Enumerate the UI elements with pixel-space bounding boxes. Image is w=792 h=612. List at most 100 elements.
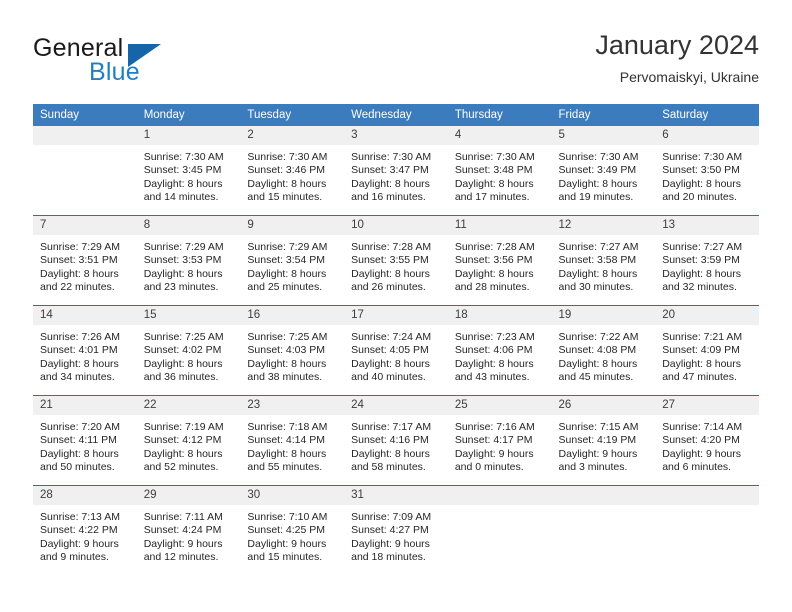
day-details: Sunrise: 7:29 AM Sunset: 3:51 PM Daylight:…: [33, 235, 137, 295]
day-detail-line: Sunset: 3:56 PM: [454, 254, 533, 267]
day-number: 17: [344, 306, 448, 325]
day-details: Sunrise: 7:18 AM Sunset: 4:14 PM Daylight:…: [240, 415, 344, 475]
day-details: [448, 505, 552, 511]
calendar-day-cell[interactable]: 21 Sunrise: 7:20 AM Sunset: 4:11 PM Dayligh…: [33, 395, 137, 486]
day-detail-line: and 12 minutes.: [143, 551, 219, 564]
day-detail-line: Sunset: 3:51 PM: [40, 254, 118, 267]
calendar-day-cell[interactable]: 16 Sunrise: 7:25 AM Sunset: 4:03 PM Dayligh…: [240, 305, 345, 396]
calendar-day-cell[interactable]: 13 Sunrise: 7:27 AM Sunset: 3:59 PM Dayligh…: [655, 215, 759, 306]
day-number: 26: [551, 396, 656, 415]
day-details: Sunrise: 7:20 AM Sunset: 4:11 PM Daylight:…: [33, 415, 137, 475]
day-detail-line: Daylight: 8 hours: [40, 267, 119, 280]
day-number: 6: [655, 126, 759, 145]
calendar-day-cell[interactable]: 14 Sunrise: 7:26 AM Sunset: 4:01 PM Dayligh…: [33, 305, 137, 396]
page-subtitle-location: Pervomaiskyi, Ukraine: [619, 69, 759, 85]
calendar-day-cell[interactable]: 4 Sunrise: 7:30 AM Sunset: 3:48 PM Daylight…: [447, 126, 552, 216]
day-number: 22: [136, 396, 241, 415]
day-number: 8: [136, 216, 241, 235]
calendar-day-cell[interactable]: 30 Sunrise: 7:10 AM Sunset: 4:25 PM Dayligh…: [240, 485, 345, 575]
day-detail-line: Daylight: 8 hours: [40, 447, 119, 460]
day-detail-line: Sunrise: 7:25 AM: [143, 331, 224, 343]
calendar-day-cell[interactable]: 27 Sunrise: 7:14 AM Sunset: 4:20 PM Dayligh…: [655, 395, 759, 486]
day-detail-line: Daylight: 8 hours: [351, 177, 430, 190]
day-number: [33, 126, 137, 145]
day-detail-line: Sunrise: 7:17 AM: [351, 421, 432, 433]
calendar-day-cell[interactable]: 2 Sunrise: 7:30 AM Sunset: 3:46 PM Daylight…: [240, 126, 345, 216]
calendar-day-cell[interactable]: 17 Sunrise: 7:24 AM Sunset: 4:05 PM Dayligh…: [344, 305, 448, 396]
calendar-day-cell[interactable]: 28 Sunrise: 7:13 AM Sunset: 4:22 PM Dayligh…: [33, 485, 137, 575]
day-details: [33, 145, 137, 151]
day-detail-line: Sunrise: 7:30 AM: [143, 151, 224, 163]
day-number: 16: [240, 306, 345, 325]
day-details: [655, 505, 759, 511]
day-detail-line: and 15 minutes.: [247, 191, 323, 204]
calendar-day-cell[interactable]: 25 Sunrise: 7:16 AM Sunset: 4:17 PM Dayligh…: [447, 395, 552, 486]
general-blue-logo[interactable]: General Blue: [33, 34, 263, 90]
day-detail-line: Sunrise: 7:28 AM: [454, 241, 535, 253]
day-details: Sunrise: 7:30 AM Sunset: 3:48 PM Daylight:…: [448, 145, 552, 205]
day-detail-line: Sunset: 4:16 PM: [351, 434, 429, 447]
calendar-day-cell[interactable]: 10 Sunrise: 7:28 AM Sunset: 3:55 PM Dayligh…: [344, 215, 448, 306]
day-detail-line: Daylight: 8 hours: [247, 357, 327, 370]
calendar-day-cell[interactable]: 23 Sunrise: 7:18 AM Sunset: 4:14 PM Dayligh…: [240, 395, 345, 486]
calendar-day-cell[interactable]: 18 Sunrise: 7:23 AM Sunset: 4:06 PM Dayligh…: [447, 305, 552, 396]
calendar-day-cell[interactable]: 7 Sunrise: 7:29 AM Sunset: 3:51 PM Daylight…: [33, 215, 137, 306]
day-detail-line: and 26 minutes.: [351, 281, 426, 294]
calendar-day-cell[interactable]: 22 Sunrise: 7:19 AM Sunset: 4:12 PM Dayligh…: [136, 395, 241, 486]
day-detail-line: Sunset: 4:03 PM: [247, 344, 326, 357]
day-detail-line: and 23 minutes.: [143, 281, 219, 294]
day-number: 2: [240, 126, 345, 145]
day-detail-line: and 3 minutes.: [558, 461, 628, 474]
day-number: 18: [447, 306, 552, 325]
day-detail-line: and 38 minutes.: [247, 371, 323, 384]
day-detail-line: Sunset: 4:14 PM: [247, 434, 326, 447]
calendar-day-cell[interactable]: 20 Sunrise: 7:21 AM Sunset: 4:09 PM Dayligh…: [655, 305, 759, 396]
day-detail-line: Daylight: 8 hours: [351, 357, 430, 370]
day-detail-line: Sunset: 4:09 PM: [662, 344, 740, 357]
day-detail-line: Sunrise: 7:22 AM: [558, 331, 639, 343]
day-number: 27: [655, 396, 759, 415]
calendar-day-cell[interactable]: 19 Sunrise: 7:22 AM Sunset: 4:08 PM Dayligh…: [551, 305, 656, 396]
calendar-day-cell[interactable]: 29 Sunrise: 7:11 AM Sunset: 4:24 PM Dayligh…: [136, 485, 241, 575]
calendar-day-cell[interactable]: 3 Sunrise: 7:30 AM Sunset: 3:47 PM Daylight…: [344, 126, 448, 216]
day-detail-line: Daylight: 8 hours: [454, 267, 534, 280]
day-detail-line: Daylight: 8 hours: [662, 267, 742, 280]
day-detail-line: Sunset: 4:08 PM: [558, 344, 637, 357]
day-details: Sunrise: 7:13 AM Sunset: 4:22 PM Daylight:…: [33, 505, 137, 565]
day-detail-line: Sunrise: 7:29 AM: [40, 241, 120, 253]
day-details: Sunrise: 7:11 AM Sunset: 4:24 PM Daylight:…: [137, 505, 241, 565]
calendar-day-cell[interactable]: 1 Sunrise: 7:30 AM Sunset: 3:45 PM Daylight…: [136, 126, 241, 216]
day-number: 5: [551, 126, 656, 145]
day-detail-line: Sunset: 4:24 PM: [143, 524, 222, 537]
day-detail-line: Daylight: 8 hours: [454, 357, 534, 370]
day-detail-line: and 16 minutes.: [351, 191, 426, 204]
calendar-day-cell[interactable]: 12 Sunrise: 7:27 AM Sunset: 3:58 PM Dayligh…: [551, 215, 656, 306]
day-detail-line: Daylight: 8 hours: [351, 447, 430, 460]
day-detail-line: Daylight: 8 hours: [662, 357, 742, 370]
calendar-day-cell[interactable]: 5 Sunrise: 7:30 AM Sunset: 3:49 PM Daylight…: [551, 126, 656, 216]
day-detail-line: and 30 minutes.: [558, 281, 634, 294]
day-detail-line: Sunrise: 7:16 AM: [454, 421, 535, 433]
calendar-day-cell[interactable]: 26 Sunrise: 7:15 AM Sunset: 4:19 PM Dayligh…: [551, 395, 656, 486]
day-detail-line: Daylight: 8 hours: [143, 267, 223, 280]
day-details: Sunrise: 7:29 AM Sunset: 3:54 PM Daylight:…: [240, 235, 344, 295]
day-detail-line: and 6 minutes.: [662, 461, 732, 474]
day-number: 24: [344, 396, 448, 415]
day-detail-line: and 45 minutes.: [558, 371, 634, 384]
calendar-day-cell[interactable]: 11 Sunrise: 7:28 AM Sunset: 3:56 PM Dayligh…: [447, 215, 552, 306]
calendar-day-cell[interactable]: 24 Sunrise: 7:17 AM Sunset: 4:16 PM Dayligh…: [344, 395, 448, 486]
day-detail-line: Sunset: 4:25 PM: [247, 524, 326, 537]
calendar-day-cell[interactable]: 9 Sunrise: 7:29 AM Sunset: 3:54 PM Daylight…: [240, 215, 345, 306]
calendar-day-cell[interactable]: 15 Sunrise: 7:25 AM Sunset: 4:02 PM Dayligh…: [136, 305, 241, 396]
calendar-week-row: 28 Sunrise: 7:13 AM Sunset: 4:22 PM Dayligh…: [33, 485, 759, 575]
calendar-day-cell[interactable]: 31 Sunrise: 7:09 AM Sunset: 4:27 PM Dayligh…: [344, 485, 448, 575]
calendar-day-cell[interactable]: 8 Sunrise: 7:29 AM Sunset: 3:53 PM Daylight…: [136, 215, 241, 306]
day-detail-line: Daylight: 9 hours: [40, 537, 119, 550]
calendar-day-cell[interactable]: 6 Sunrise: 7:30 AM Sunset: 3:50 PM Daylight…: [655, 126, 759, 216]
day-number: 15: [136, 306, 241, 325]
day-detail-line: and 0 minutes.: [454, 461, 524, 474]
day-detail-line: Sunset: 4:19 PM: [558, 434, 637, 447]
day-detail-line: Sunrise: 7:14 AM: [662, 421, 743, 433]
day-detail-line: Daylight: 8 hours: [558, 177, 638, 190]
day-details: Sunrise: 7:09 AM Sunset: 4:27 PM Daylight:…: [344, 505, 448, 565]
